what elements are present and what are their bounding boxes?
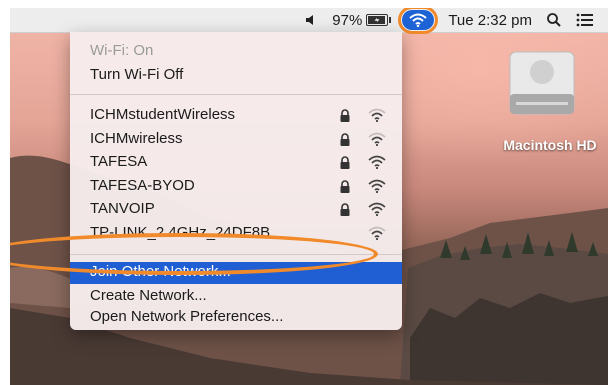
wifi-menu-extra[interactable]: [398, 8, 439, 34]
wifi-signal-icon: [368, 226, 386, 244]
create-network-item[interactable]: Create Network...: [90, 287, 207, 304]
wifi-dropdown-menu: Wi-Fi: On Turn Wi-Fi Off ICHMstudentWire…: [70, 32, 402, 330]
network-item[interactable]: ICHMwireless: [70, 130, 402, 152]
wifi-signal-icon: [368, 202, 386, 220]
lock-icon: [339, 156, 351, 174]
macintosh-hd-label[interactable]: Macintosh HD: [490, 137, 608, 153]
spotlight-search-icon[interactable]: [546, 12, 562, 28]
hard-drive-icon[interactable]: [506, 48, 578, 118]
network-name: ICHMstudentWireless: [90, 106, 236, 123]
network-name: TANVOIP: [90, 200, 155, 217]
wifi-signal-icon: [368, 179, 386, 197]
network-name: ICHMwireless: [90, 129, 183, 147]
battery-status[interactable]: 97%: [332, 11, 392, 29]
clock[interactable]: Tue 2:32 pm: [448, 12, 532, 29]
open-network-preferences-item[interactable]: Open Network Preferences...: [90, 308, 283, 325]
volume-icon[interactable]: [304, 13, 318, 27]
battery-percent: 97%: [332, 11, 363, 29]
menu-separator: [70, 94, 402, 95]
battery-charging-icon: [366, 14, 392, 26]
lock-icon: [339, 179, 351, 198]
lock-icon: [339, 109, 351, 127]
turn-wifi-off-item[interactable]: Turn Wi-Fi Off: [90, 66, 183, 83]
notification-center-icon[interactable]: [576, 13, 594, 27]
network-item[interactable]: TAFESA: [70, 153, 402, 175]
wifi-signal-icon: [368, 155, 386, 173]
lock-icon: [339, 203, 351, 221]
network-item[interactable]: TAFESA-BYOD: [70, 177, 402, 199]
screenshot-frame: 97% Tue 2:32 pm Wi-Fi: On Turn Wi-Fi Off: [10, 8, 608, 385]
wifi-signal-icon: [368, 132, 386, 150]
network-name: TAFESA-BYOD: [90, 176, 195, 194]
network-name: TAFESA: [90, 153, 148, 170]
menu-bar: 97% Tue 2:32 pm: [10, 8, 608, 34]
network-item[interactable]: TANVOIP: [70, 200, 402, 222]
wifi-status: Wi-Fi: On: [90, 42, 154, 59]
wifi-icon: [409, 13, 427, 27]
network-item[interactable]: ICHMstudentWireless: [70, 106, 402, 128]
wifi-signal-icon: [368, 108, 386, 126]
lock-icon: [339, 132, 351, 151]
